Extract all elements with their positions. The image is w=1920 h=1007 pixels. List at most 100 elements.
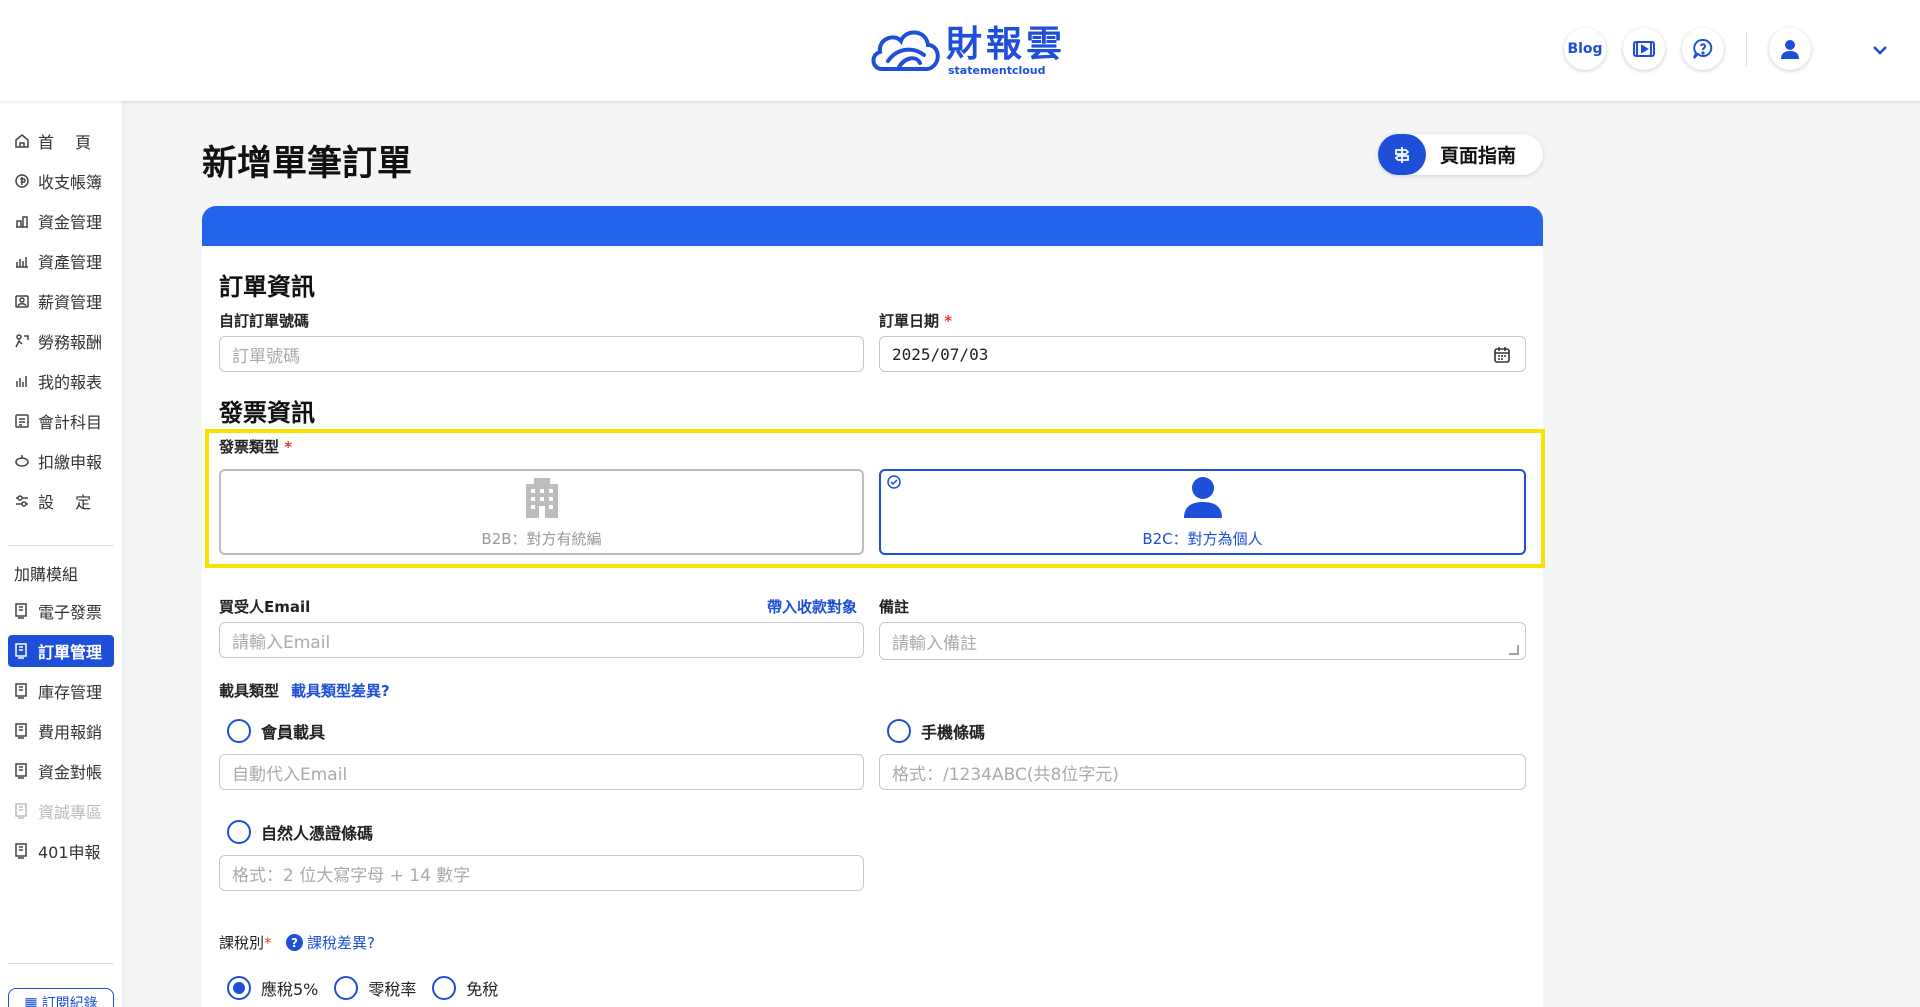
accounts-icon xyxy=(14,413,34,429)
member-carrier-input[interactable]: 自動代入Email xyxy=(219,754,864,790)
module-icon xyxy=(14,763,34,779)
sidebar-item-label: 設 定 xyxy=(38,493,92,512)
cert-carrier-input[interactable]: 格式：2 位大寫字母 + 14 數字 xyxy=(219,855,864,891)
order-no-input[interactable]: 訂單號碼 xyxy=(219,336,864,372)
help-chat-icon[interactable] xyxy=(1682,28,1724,70)
sidebar-item-expenses[interactable]: 費用報銷 xyxy=(8,715,114,747)
carrier-diff-link[interactable]: 載具類型差異? xyxy=(291,680,390,701)
user-avatar-icon[interactable] xyxy=(1769,28,1811,70)
carrier-member-label: 會員載具 xyxy=(261,723,326,742)
mobile-carrier-input[interactable]: 格式：/1234ABC(共8位字元) xyxy=(879,754,1526,790)
sidebar-item-label: 資產管理 xyxy=(38,253,103,272)
carrier-cert-option[interactable]: 自然人憑證條碼 xyxy=(227,820,373,844)
sidebar-item-pwc[interactable]: 資誠專區 xyxy=(8,795,114,827)
top-header: 財報雲 statementcloud Blog xyxy=(0,0,1920,101)
radio-button[interactable] xyxy=(227,820,251,844)
sidebar-item-inventory[interactable]: 庫存管理 xyxy=(8,675,114,707)
sidebar-item-assets[interactable]: 資產管理 xyxy=(8,245,114,277)
sidebar-item-home[interactable]: 首 頁 xyxy=(8,125,114,157)
buyer-email-label: 買受人Email xyxy=(219,598,311,616)
page-guide-button[interactable]: 頁面指南 xyxy=(1378,134,1543,175)
subscription-record-button[interactable]: ▦ 訂閱紀錄 xyxy=(8,988,114,1007)
report-icon xyxy=(14,373,34,389)
sidebar-item-funds[interactable]: 資金管理 xyxy=(8,205,114,237)
tax-option-label: 免稅 xyxy=(466,980,499,999)
cloud-logo-icon xyxy=(868,25,942,77)
module-icon xyxy=(14,643,34,659)
video-icon[interactable] xyxy=(1623,28,1665,70)
tax-option-taxable[interactable]: 應稅5% xyxy=(227,976,318,1000)
carrier-member-option[interactable]: 會員載具 xyxy=(227,719,325,743)
radio-button[interactable] xyxy=(227,719,251,743)
labor-icon xyxy=(14,333,34,349)
settings-icon xyxy=(14,493,34,509)
tax-option-zero[interactable]: 零稅率 xyxy=(334,976,416,1000)
blog-button[interactable]: Blog xyxy=(1564,28,1606,70)
sidebar-item-labor[interactable]: 勞務報酬 xyxy=(8,325,114,357)
sidebar-item-label: 首 頁 xyxy=(38,133,92,152)
page-title: 新增單筆訂單 xyxy=(202,144,413,184)
sidebar-item-reports[interactable]: 我的報表 xyxy=(8,365,114,397)
carrier-cert-label: 自然人憑證條碼 xyxy=(261,824,374,843)
sidebar-item-label: 401申報 xyxy=(38,843,101,862)
required-mark: * xyxy=(264,934,272,952)
module-icon xyxy=(14,683,34,699)
tax-option-label: 應稅5% xyxy=(261,980,319,999)
sidebar-item-settings[interactable]: 設 定 xyxy=(8,485,114,517)
carrier-type-label: 載具類型 xyxy=(219,682,280,700)
sidebar-divider xyxy=(8,545,114,546)
sidebar-item-e-invoice[interactable]: 電子發票 xyxy=(8,595,114,627)
sidebar-item-label: 會計科目 xyxy=(38,413,103,432)
app-logo[interactable]: 財報雲 statementcloud xyxy=(868,24,1066,78)
calendar-icon[interactable] xyxy=(1493,346,1511,368)
question-icon: ? xyxy=(286,934,303,951)
sidebar-item-accounts[interactable]: 會計科目 xyxy=(8,405,114,437)
sidebar-item-label: 扣繳申報 xyxy=(38,453,103,472)
import-payee-link[interactable]: 帶入收款對象 xyxy=(767,596,857,617)
order-no-label: 自訂訂單號碼 xyxy=(219,312,310,330)
sidebar-item-withholding[interactable]: 扣繳申報 xyxy=(8,445,114,477)
sidebar-item-label: 庫存管理 xyxy=(38,683,103,702)
radio-button[interactable] xyxy=(334,976,359,1000)
order-form-card: 訂單資訊 自訂訂單號碼 訂單號碼 訂單日期 * 2025/07/03 發票資訊 … xyxy=(202,206,1543,1007)
card-header-bar xyxy=(202,206,1543,246)
subscription-label: 訂閱紀錄 xyxy=(41,996,98,1007)
money-icon xyxy=(14,173,34,189)
home-icon xyxy=(14,133,34,149)
order-info-title: 訂單資訊 xyxy=(219,273,315,301)
radio-button[interactable] xyxy=(432,976,457,1000)
resize-handle-icon[interactable] xyxy=(1509,645,1519,655)
module-icon xyxy=(14,843,34,859)
chevron-down-icon[interactable] xyxy=(1872,40,1888,59)
withholding-icon xyxy=(14,453,34,469)
module-icon xyxy=(14,723,34,739)
tax-options-group: 應稅5% 零稅率 免稅 xyxy=(227,976,514,1000)
payroll-icon xyxy=(14,293,34,309)
sidebar-item-label: 我的報表 xyxy=(38,373,103,392)
guide-icon xyxy=(1378,134,1426,175)
module-icon xyxy=(14,603,34,619)
module-icon xyxy=(14,803,34,819)
note-textarea[interactable]: 請輸入備註 xyxy=(879,622,1526,660)
order-date-label-text: 訂單日期 xyxy=(879,312,940,330)
buyer-email-input[interactable]: 請輸入Email xyxy=(219,622,864,658)
tax-diff-link[interactable]: ? 課稅差異? xyxy=(286,932,375,953)
sidebar-item-payroll[interactable]: 薪資管理 xyxy=(8,285,114,317)
sidebar-item-label: 電子發票 xyxy=(38,603,103,622)
carrier-mobile-option[interactable]: 手機條碼 xyxy=(887,719,985,743)
logo-title: 財報雲 xyxy=(946,23,1067,65)
order-date-input[interactable]: 2025/07/03 xyxy=(879,336,1526,372)
sidebar-item-label: 薪資管理 xyxy=(38,293,103,312)
radio-button[interactable] xyxy=(227,976,251,1000)
sidebar-item-reconciliation[interactable]: 資金對帳 xyxy=(8,755,114,787)
tax-option-exempt[interactable]: 免稅 xyxy=(432,976,498,1000)
sidebar-item-orders[interactable]: 訂單管理 xyxy=(8,635,114,667)
order-date-value: 2025/07/03 xyxy=(892,344,989,364)
sidebar-item-label: 資金管理 xyxy=(38,213,103,232)
sidebar: 首 頁 收支帳簿 資金管理 資產管理 薪資管理 勞務報酬 我的報表 會計科目 扣… xyxy=(0,101,122,1007)
sidebar-item-401[interactable]: 401申報 xyxy=(8,835,114,867)
note-label: 備註 xyxy=(879,598,910,616)
radio-button[interactable] xyxy=(887,719,911,743)
note-placeholder: 請輸入備註 xyxy=(892,633,977,654)
sidebar-item-ledger[interactable]: 收支帳簿 xyxy=(8,165,114,197)
